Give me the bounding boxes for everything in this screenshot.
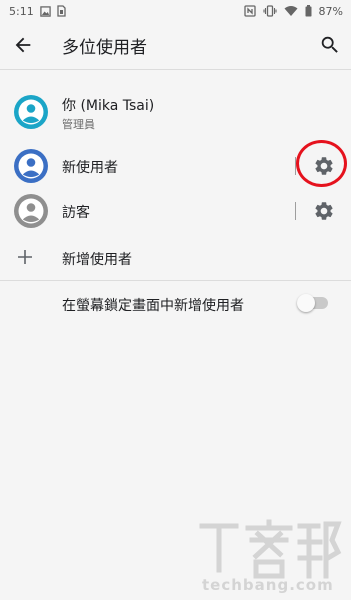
status-bar: 5:11 87% bbox=[0, 0, 351, 22]
toggle-thumb[interactable] bbox=[297, 294, 315, 312]
user-name-new-user: 新使用者 bbox=[62, 160, 118, 176]
user-row-guest[interactable]: 訪客 bbox=[0, 190, 351, 232]
user-name-guest: 訪客 bbox=[62, 205, 90, 221]
user-role-owner: 管理員 bbox=[62, 118, 95, 131]
user-row-owner[interactable]: 你 (Mika Tsai) 管理員 bbox=[0, 88, 351, 138]
lockscreen-add-user-label: 在螢幕鎖定畫面中新增使用者 bbox=[62, 298, 244, 314]
app-bar: 多位使用者 bbox=[0, 22, 351, 68]
wifi-icon bbox=[284, 5, 298, 17]
plus-icon bbox=[16, 248, 34, 266]
gear-icon[interactable] bbox=[313, 200, 335, 222]
user-name-owner: 你 (Mika Tsai) bbox=[62, 98, 155, 114]
battery-percent: 87% bbox=[318, 4, 343, 18]
sim-notification-icon bbox=[57, 5, 66, 17]
page-title: 多位使用者 bbox=[62, 38, 147, 58]
image-notification-icon bbox=[39, 5, 51, 17]
arrow-left-icon[interactable] bbox=[12, 34, 34, 56]
section-divider bbox=[0, 280, 351, 281]
nfc-icon bbox=[243, 5, 256, 17]
highlight-ring bbox=[296, 140, 347, 187]
app-bar-divider bbox=[0, 69, 351, 70]
battery-icon bbox=[305, 5, 312, 17]
techbang-watermark-logo: techbang.com bbox=[196, 518, 342, 594]
settings-divider bbox=[295, 202, 296, 220]
watermark-domain: techbang.com bbox=[202, 576, 334, 594]
add-user-label: 新增使用者 bbox=[62, 252, 132, 268]
user-avatar-icon bbox=[14, 95, 48, 129]
vibrate-icon bbox=[262, 5, 277, 17]
user-avatar-icon bbox=[14, 149, 48, 183]
status-time: 5:11 bbox=[9, 4, 34, 18]
guest-avatar-icon bbox=[14, 194, 48, 228]
search-icon[interactable] bbox=[319, 34, 341, 56]
add-user-row[interactable]: 新增使用者 bbox=[0, 238, 351, 278]
